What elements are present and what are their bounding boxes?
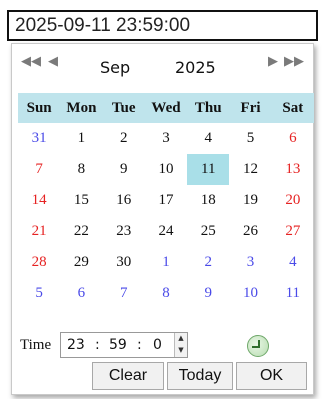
next-year-icon[interactable]: ▶▶ [283,52,305,72]
minute-field[interactable]: 59 [109,337,127,353]
time-spinner[interactable]: 23 : 59 : 0 ▲ ▼ [60,332,188,358]
calendar-week-row: 28 29 30 1 2 3 4 [18,247,314,278]
time-separator: : [137,337,142,353]
day-cell[interactable]: 1 [60,123,102,154]
time-separator: : [95,337,100,353]
time-spin-buttons: ▲ ▼ [174,333,187,357]
clock-icon[interactable] [247,335,269,357]
next-month-icon[interactable]: ▶ [262,52,284,72]
calendar-week-row: 31 1 2 3 4 5 6 [18,123,314,154]
day-cell[interactable]: 4 [272,247,314,278]
day-cell[interactable]: 3 [145,123,187,154]
day-cell[interactable]: 12 [229,154,271,185]
day-cell[interactable]: 2 [187,247,229,278]
day-cell[interactable]: 15 [60,185,102,216]
datepicker-popup: ◀◀ ◀ Sep 2025 ▶ ▶▶ Sun Mon Tue Wed Thu Fri Sat… [11,43,314,395]
calendar-week-row: 5 6 7 8 9 10 11 [18,278,314,309]
calendar-grid: Sun Mon Tue Wed Thu Fri Sat 31 1 2 3 4 5 6 7 8 9 10 11 12 1… [18,93,314,309]
day-cell[interactable]: 24 [145,216,187,247]
day-cell[interactable]: 7 [18,154,60,185]
day-cell[interactable]: 16 [103,185,145,216]
day-cell[interactable]: 22 [60,216,102,247]
day-cell[interactable]: 1 [145,247,187,278]
weekday-thu: Thu [187,93,230,123]
hour-field[interactable]: 23 [67,337,85,353]
day-cell[interactable]: 4 [187,123,229,154]
day-cell[interactable]: 9 [103,154,145,185]
spin-down-icon[interactable]: ▼ [176,345,186,356]
weekday-sat: Sat [271,93,314,123]
day-cell[interactable]: 27 [272,216,314,247]
today-button[interactable]: Today [167,362,233,390]
day-cell[interactable]: 10 [229,278,271,309]
weekday-sun: Sun [18,93,61,123]
datetime-input[interactable] [7,10,318,41]
prev-month-icon[interactable]: ◀ [42,52,64,72]
day-cell[interactable]: 19 [229,185,271,216]
weekday-header: Sun Mon Tue Wed Thu Fri Sat [18,93,314,123]
day-cell[interactable]: 21 [18,216,60,247]
day-cell[interactable]: 18 [187,185,229,216]
year-label[interactable]: 2025 [175,58,216,77]
prev-year-icon[interactable]: ◀◀ [20,52,42,72]
day-cell[interactable]: 13 [272,154,314,185]
day-cell[interactable]: 14 [18,185,60,216]
day-cell[interactable]: 8 [60,154,102,185]
day-cell[interactable]: 10 [145,154,187,185]
weekday-fri: Fri [229,93,272,123]
day-cell[interactable]: 29 [60,247,102,278]
day-cell[interactable]: 28 [18,247,60,278]
time-label: Time [20,337,52,353]
calendar-week-row: 7 8 9 10 11 12 13 [18,154,314,185]
day-cell[interactable]: 26 [229,216,271,247]
day-cell[interactable]: 17 [145,185,187,216]
weekday-mon: Mon [60,93,103,123]
calendar-week-row: 21 22 23 24 25 26 27 [18,216,314,247]
clear-button[interactable]: Clear [92,362,164,390]
day-cell[interactable]: 25 [187,216,229,247]
day-cell[interactable]: 9 [187,278,229,309]
day-cell[interactable]: 8 [145,278,187,309]
weekday-tue: Tue [102,93,145,123]
spin-up-icon[interactable]: ▲ [176,333,186,344]
time-footer: Time 23 : 59 : 0 ▲ ▼ Clear Today OK [12,329,313,394]
day-cell[interactable]: 5 [229,123,271,154]
calendar-week-row: 14 15 16 17 18 19 20 [18,185,314,216]
month-label[interactable]: Sep [100,58,130,77]
weekday-wed: Wed [144,93,188,123]
day-cell[interactable]: 5 [18,278,60,309]
day-cell[interactable]: 23 [103,216,145,247]
day-cell[interactable]: 7 [103,278,145,309]
day-cell[interactable]: 30 [103,247,145,278]
day-cell[interactable]: 20 [272,185,314,216]
day-cell[interactable]: 6 [272,123,314,154]
day-cell[interactable]: 6 [60,278,102,309]
ok-button[interactable]: OK [236,362,307,390]
day-cell[interactable]: 11 [272,278,314,309]
month-navigation: ◀◀ ◀ Sep 2025 ▶ ▶▶ [12,44,313,92]
second-field[interactable]: 0 [153,337,162,353]
day-cell[interactable]: 3 [229,247,271,278]
selected-day-cell[interactable]: 11 [187,154,230,185]
day-cell[interactable]: 31 [18,123,60,154]
day-cell[interactable]: 2 [103,123,145,154]
